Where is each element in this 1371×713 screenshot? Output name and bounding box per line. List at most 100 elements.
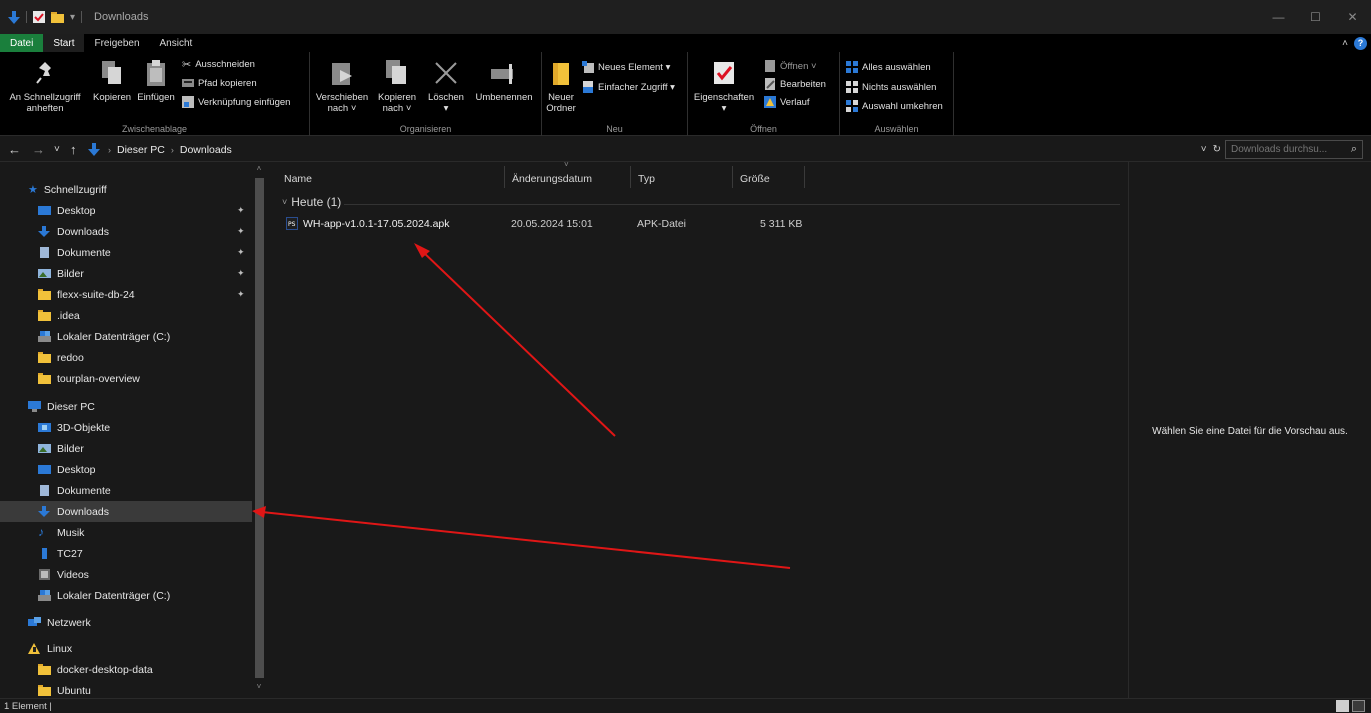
- nav-item[interactable]: Bilder: [0, 438, 252, 459]
- pin-quick-access-button[interactable]: An Schnellzugriff anheften: [2, 58, 88, 114]
- nav-item[interactable]: Dokumente ✦: [0, 242, 252, 263]
- back-button[interactable]: ←: [8, 137, 21, 162]
- divider: [81, 11, 83, 23]
- nav-item[interactable]: redoo: [0, 347, 252, 368]
- nav-item[interactable]: Lokaler Datenträger (C:): [0, 585, 252, 606]
- column-divider[interactable]: [732, 166, 733, 188]
- column-divider[interactable]: [630, 166, 631, 188]
- copy-to-button[interactable]: Kopieren nach ˅: [372, 58, 422, 114]
- invert-selection-button[interactable]: Auswahl umkehren: [846, 100, 943, 112]
- refresh-button[interactable]: ↻: [1213, 144, 1221, 155]
- nav-item[interactable]: 3D-Objekte: [0, 417, 252, 438]
- tab-start[interactable]: Start: [43, 34, 85, 52]
- collapse-ribbon-icon[interactable]: ˄: [1342, 38, 1348, 49]
- cut-button[interactable]: ✂ Ausschneiden: [182, 58, 255, 71]
- chevron-down-icon[interactable]: ˅: [282, 197, 287, 207]
- nav-item[interactable]: Lokaler Datenträger (C:): [0, 326, 252, 347]
- column-header-date[interactable]: Änderungsdatum: [506, 168, 630, 190]
- search-input[interactable]: [1231, 144, 1341, 155]
- select-all-button[interactable]: Alles auswählen: [846, 61, 931, 73]
- scroll-thumb[interactable]: [255, 178, 264, 678]
- preview-pane: Wählen Sie eine Datei für die Vorschau a…: [1128, 162, 1371, 698]
- search-box[interactable]: ⌕: [1225, 140, 1363, 159]
- nav-item[interactable]: ♪ Musik: [0, 522, 252, 543]
- nav-network[interactable]: Netzwerk: [0, 612, 252, 633]
- navigation-scrollbar[interactable]: ˄ ˅: [252, 162, 266, 698]
- tab-freigeben[interactable]: Freigeben: [84, 34, 149, 52]
- paste-shortcut-button[interactable]: Verknüpfung einfügen: [182, 96, 290, 108]
- nav-item-downloads-selected[interactable]: Downloads: [0, 501, 252, 522]
- address-dropdown-button[interactable]: ˅: [1201, 144, 1207, 155]
- new-folder-button[interactable]: Neuer Ordner: [544, 58, 578, 114]
- nav-item[interactable]: .idea: [0, 305, 252, 326]
- folder-icon[interactable]: [51, 11, 64, 23]
- folder-icon: [38, 664, 51, 675]
- download-arrow-icon: [38, 506, 50, 517]
- nav-item[interactable]: Desktop: [0, 459, 252, 480]
- group-header-today[interactable]: ˅ Heute (1): [282, 195, 341, 209]
- apk-file-icon: PS: [286, 217, 298, 230]
- nav-item[interactable]: flexx-suite-db-24 ✦: [0, 284, 252, 305]
- properties-icon[interactable]: [33, 11, 45, 23]
- select-all-icon: [846, 61, 858, 73]
- nav-this-pc[interactable]: Dieser PC: [0, 396, 252, 417]
- table-row[interactable]: PS WH-app-v1.0.1-17.05.2024.apk 20.05.20…: [282, 214, 842, 234]
- file-size: 5 311 KB: [760, 218, 803, 230]
- drive-icon: [38, 590, 51, 601]
- nav-item[interactable]: Videos: [0, 564, 252, 585]
- customize-toolbar-icon[interactable]: ▾: [70, 12, 75, 23]
- breadcrumb-downloads[interactable]: Downloads: [180, 144, 232, 156]
- edit-button[interactable]: Bearbeiten: [764, 78, 826, 90]
- breadcrumb-dieser-pc[interactable]: Dieser PC: [117, 144, 165, 156]
- nav-item[interactable]: Downloads ✦: [0, 221, 252, 242]
- 3d-objects-icon: [38, 423, 51, 432]
- nav-item[interactable]: Bilder ✦: [0, 263, 252, 284]
- nav-linux[interactable]: Linux: [0, 638, 252, 659]
- select-none-button[interactable]: Nichts auswählen: [846, 81, 936, 93]
- history-button[interactable]: Verlauf: [764, 96, 810, 108]
- group-oeffnen: Eigenschaften ▾ Öffnen ˅ Bearbeiten Verl…: [688, 52, 840, 136]
- close-button[interactable]: ✕: [1334, 0, 1371, 34]
- delete-button[interactable]: Löschen ▾: [422, 58, 470, 114]
- properties-button[interactable]: Eigenschaften ▾: [692, 58, 756, 114]
- column-header-size[interactable]: Größe: [734, 168, 804, 190]
- search-icon[interactable]: ⌕: [1351, 143, 1357, 156]
- recent-locations-button[interactable]: ˅: [54, 137, 60, 162]
- maximize-button[interactable]: ☐: [1297, 0, 1334, 34]
- nav-item[interactable]: docker-desktop-data: [0, 659, 252, 680]
- copy-path-button[interactable]: Pfad kopieren: [182, 77, 257, 89]
- preview-placeholder: Wählen Sie eine Datei für die Vorschau a…: [1152, 426, 1348, 437]
- tab-datei[interactable]: Datei: [0, 34, 44, 52]
- open-button[interactable]: Öffnen ˅: [764, 60, 817, 72]
- rename-button[interactable]: Umbenennen: [470, 58, 538, 103]
- nav-quick-access[interactable]: ★ Schnellzugriff: [0, 179, 252, 200]
- paste-button[interactable]: Einfügen: [134, 58, 178, 103]
- column-divider[interactable]: [504, 166, 505, 188]
- nav-item[interactable]: TC27: [0, 543, 252, 564]
- tab-ansicht[interactable]: Ansicht: [150, 34, 203, 52]
- move-to-button[interactable]: Verschieben nach ˅: [312, 58, 372, 114]
- details-view-icon[interactable]: [1336, 700, 1349, 712]
- column-header-type[interactable]: Typ: [632, 168, 732, 190]
- column-header-name[interactable]: Name: [278, 168, 504, 190]
- up-button[interactable]: ↑: [70, 137, 77, 162]
- column-divider[interactable]: [804, 166, 805, 188]
- copy-button[interactable]: Kopieren: [90, 58, 134, 103]
- nav-item[interactable]: tourplan-overview: [0, 368, 252, 389]
- quick-access-toolbar: ▾ Downloads: [0, 10, 148, 24]
- scroll-down-button[interactable]: ˅: [254, 682, 264, 691]
- large-icons-view-icon[interactable]: [1352, 700, 1365, 712]
- help-icon[interactable]: ?: [1354, 36, 1367, 50]
- ribbon-tabs: Datei Start Freigeben Ansicht ˄ ?: [0, 34, 1371, 52]
- forward-button[interactable]: →: [32, 137, 45, 162]
- file-type: APK-Datei: [637, 218, 687, 230]
- scroll-up-button[interactable]: ˄: [254, 164, 264, 173]
- easy-access-button[interactable]: Einfacher Zugriff ▾: [582, 81, 675, 93]
- nav-item[interactable]: Desktop ✦: [0, 200, 252, 221]
- minimize-button[interactable]: —: [1260, 0, 1297, 34]
- download-arrow-icon[interactable]: [8, 10, 20, 24]
- nav-item[interactable]: Dokumente: [0, 480, 252, 501]
- group-neu: Neuer Ordner Neues Element ▾ Einfacher Z…: [542, 52, 688, 136]
- folder-icon: [38, 289, 51, 300]
- new-item-button[interactable]: Neues Element ▾: [582, 61, 670, 73]
